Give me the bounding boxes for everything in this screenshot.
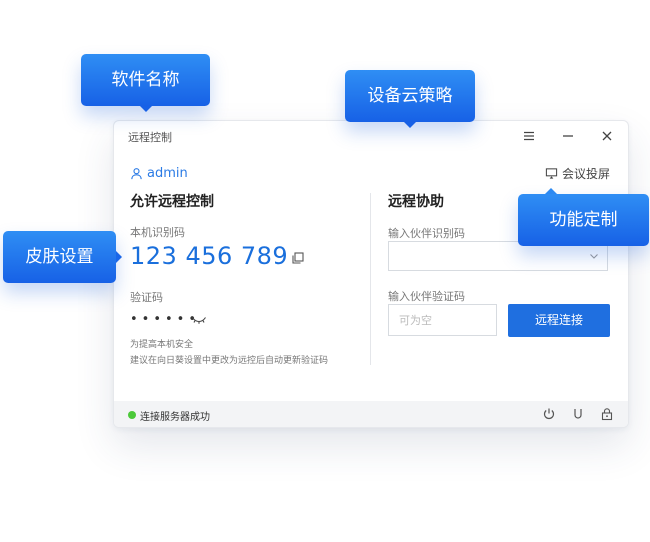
remote-control-window: 远程控制 admin 会议投屏 允许远程控制 本机识别码 123 456 789… xyxy=(113,120,629,428)
title-bar: 远程控制 xyxy=(114,121,628,151)
callout-feature-customization: 功能定制 xyxy=(518,188,649,246)
callout-device-cloud-policy-text: 设备云策略 xyxy=(367,86,453,106)
usb-icon[interactable] xyxy=(571,407,585,421)
partner-code-label: 输入伙伴验证码 xyxy=(388,290,465,303)
callout-device-cloud-policy: 设备云策略 xyxy=(345,70,475,128)
remote-assist-title: 远程协助 xyxy=(388,194,444,210)
partner-code-input[interactable] xyxy=(388,304,497,336)
verify-code-value: •••••• xyxy=(130,312,201,327)
device-id-label: 本机识别码 xyxy=(130,226,185,239)
allow-remote-title: 允许远程控制 xyxy=(130,194,214,210)
callout-software-name-text: 软件名称 xyxy=(111,70,180,90)
menu-icon[interactable] xyxy=(520,127,538,145)
lock-icon[interactable] xyxy=(600,407,614,421)
eye-closed-icon[interactable] xyxy=(191,314,207,326)
security-note-line1: 为提高本机安全 xyxy=(130,340,194,350)
remote-connect-button[interactable]: 远程连接 xyxy=(508,304,610,337)
callout-skin-settings-text: 皮肤设置 xyxy=(25,247,94,267)
minimize-icon[interactable] xyxy=(559,127,577,145)
partner-id-label: 输入伙伴识别码 xyxy=(388,227,465,240)
screen-cast-icon xyxy=(545,168,558,179)
callout-software-name: 软件名称 xyxy=(81,54,210,112)
user-icon xyxy=(131,168,142,180)
panel-divider xyxy=(370,193,371,365)
user-account[interactable]: admin xyxy=(130,166,188,181)
status-indicator xyxy=(128,411,136,419)
window-title: 远程控制 xyxy=(128,131,172,144)
close-icon[interactable] xyxy=(598,127,616,145)
power-icon[interactable] xyxy=(542,407,556,421)
meeting-cast-button[interactable]: 会议投屏 xyxy=(545,165,610,182)
status-text: 连接服务器成功 xyxy=(140,412,210,423)
verify-code-label: 验证码 xyxy=(130,291,163,304)
security-note-line2: 建议在向日葵设置中更改为远控后自动更新验证码 xyxy=(130,356,329,366)
device-id-value: 123 456 789 xyxy=(130,242,289,270)
chevron-down-icon xyxy=(589,251,599,261)
callout-skin-settings: 皮肤设置 xyxy=(3,231,122,283)
callout-feature-customization-text: 功能定制 xyxy=(549,210,618,230)
status-bar: 连接服务器成功 xyxy=(114,401,628,427)
meeting-cast-label: 会议投屏 xyxy=(561,167,610,181)
user-name: admin xyxy=(147,166,188,181)
copy-icon[interactable] xyxy=(291,251,305,265)
